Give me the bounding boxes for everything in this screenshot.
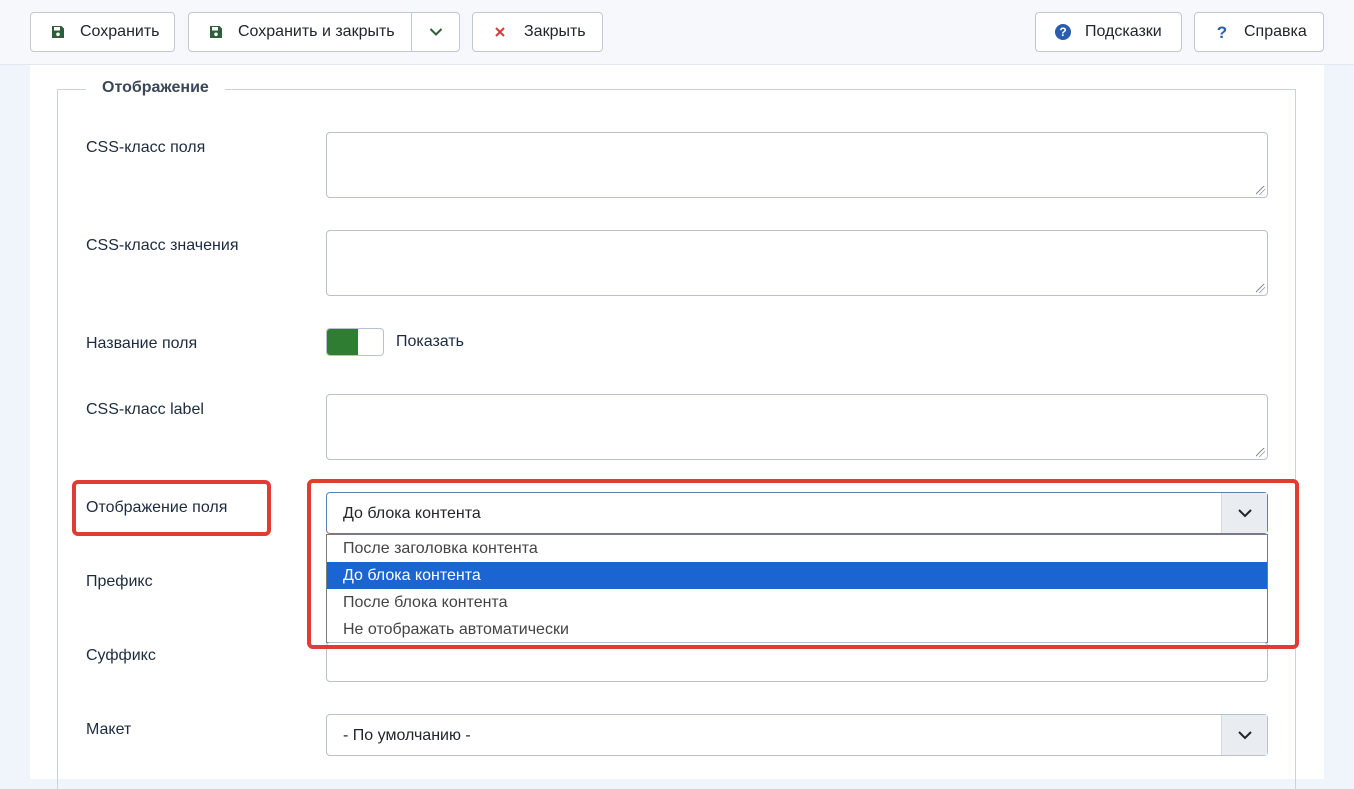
highlight-box-label — [72, 480, 271, 536]
css-value-class-textarea[interactable] — [326, 230, 1268, 296]
field-name-toggle-text: Показать — [396, 333, 465, 350]
svg-text:?: ? — [1217, 23, 1227, 41]
css-field-class-label: CSS-класс поля — [86, 139, 206, 156]
layout-selected: - По умолчанию - — [343, 727, 471, 744]
css-field-class-textarea[interactable] — [326, 132, 1268, 198]
field-name-label: Название поля — [86, 335, 198, 352]
question-mark-icon: ? — [1212, 22, 1232, 42]
toggle-knob — [327, 329, 358, 355]
help-label: Справка — [1244, 23, 1307, 40]
css-label-class-label: CSS-класс label — [86, 401, 204, 418]
resize-handle[interactable] — [1256, 186, 1265, 195]
help-button[interactable]: ? Справка — [1194, 12, 1324, 52]
save-options-dropdown-button[interactable] — [411, 12, 460, 52]
svg-text:?: ? — [1059, 25, 1066, 39]
layout-select[interactable]: - По умолчанию - — [326, 714, 1268, 756]
floppy-disk-icon — [48, 22, 68, 42]
tips-label: Подсказки — [1085, 23, 1162, 40]
save-label: Сохранить — [80, 23, 160, 40]
save-and-close-label: Сохранить и закрыть — [238, 23, 395, 40]
prefix-label: Префикс — [86, 573, 153, 590]
tips-button[interactable]: ? Подсказки — [1035, 12, 1182, 52]
chevron-down-icon[interactable] — [1221, 715, 1267, 755]
layout-label: Макет — [86, 721, 132, 738]
close-label: Закрыть — [524, 23, 586, 40]
fieldset-legend: Отображение — [86, 78, 225, 98]
resize-handle[interactable] — [1256, 448, 1265, 457]
toolbar: Сохранить Сохранить и закрыть Закрыть ? … — [0, 0, 1354, 65]
save-and-close-button[interactable]: Сохранить и закрыть — [188, 12, 412, 52]
x-icon — [490, 22, 510, 42]
close-button[interactable]: Закрыть — [472, 12, 603, 52]
highlight-box-dropdown — [307, 479, 1299, 649]
chevron-down-icon — [426, 22, 446, 42]
resize-handle[interactable] — [1256, 284, 1265, 293]
css-value-class-label: CSS-класс значения — [86, 237, 239, 254]
suffix-label: Суффикс — [86, 647, 156, 664]
save-button[interactable]: Сохранить — [30, 12, 175, 52]
question-circle-icon: ? — [1053, 22, 1073, 42]
floppy-disk-icon — [206, 22, 226, 42]
css-label-class-textarea[interactable] — [326, 394, 1268, 460]
field-name-toggle[interactable] — [326, 328, 384, 356]
